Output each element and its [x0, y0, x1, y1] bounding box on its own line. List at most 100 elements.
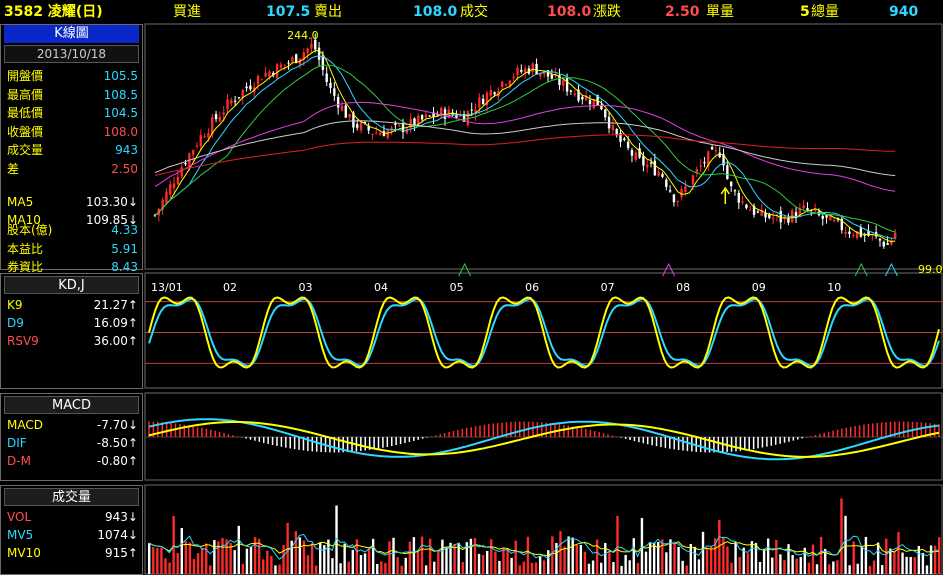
volume-bar: [196, 553, 200, 574]
volume-bar: [270, 555, 273, 574]
candle-body: [745, 204, 748, 209]
volume-bar: [783, 560, 786, 574]
volume-bar: [701, 531, 705, 574]
volume-bar: [404, 557, 407, 574]
candle-body: [668, 190, 672, 192]
volume-bar: [514, 540, 517, 574]
candle-body: [703, 162, 706, 164]
volume-bar: [693, 546, 697, 574]
volume-bar: [746, 553, 750, 574]
volume-bar: [771, 557, 774, 574]
volume-bar: [152, 547, 155, 574]
volume-bar: [799, 557, 802, 574]
candle-body: [344, 105, 347, 118]
volume-bar: [188, 542, 192, 574]
candle-body: [398, 124, 401, 126]
x-tick-label: 02: [223, 281, 237, 294]
candle-body: [375, 132, 378, 134]
volume-bar: [807, 562, 811, 574]
volume-bar: [709, 546, 713, 574]
candle-body: [424, 114, 428, 118]
candle-body: [741, 201, 744, 203]
volume-bar: [359, 555, 363, 574]
volume-bar: [705, 547, 709, 574]
volume-bar: [628, 560, 631, 574]
volume-bar: [522, 561, 526, 574]
volume-bar: [176, 553, 179, 574]
candle-body: [653, 160, 657, 176]
volume-bar: [677, 546, 680, 574]
volume-bar: [371, 538, 375, 574]
volume-bar: [872, 560, 876, 574]
candle-body: [714, 150, 718, 152]
candle-body: [428, 115, 431, 117]
x-tick-label: 08: [676, 281, 690, 294]
candle-body: [165, 191, 168, 204]
volume-bar: [579, 545, 583, 574]
candle-body: [237, 97, 241, 99]
plot-frame: [144, 23, 943, 270]
volume-bar: [661, 539, 664, 574]
candle-body: [676, 201, 679, 203]
volume-bar: [591, 560, 595, 574]
candle-body: [501, 81, 504, 87]
volume-bar: [893, 551, 896, 574]
candle-body: [493, 92, 496, 95]
volume-bar: [640, 518, 644, 574]
volume-bar: [392, 537, 395, 574]
candle-body: [184, 163, 187, 165]
candle-body: [844, 231, 847, 234]
volume-bar: [262, 559, 265, 574]
volume-bar: [828, 564, 831, 574]
volume-bar: [571, 537, 574, 574]
volume-bar: [437, 550, 440, 574]
volume-bar: [612, 562, 615, 574]
candle-body: [699, 165, 702, 167]
volume-bar: [168, 562, 171, 574]
volume-bar: [481, 555, 485, 574]
volume-bar: [253, 537, 257, 574]
candle-body: [386, 130, 389, 139]
candle-body: [729, 181, 733, 187]
candle-body: [550, 74, 554, 79]
volume-bar: [543, 560, 546, 574]
volume-bar: [221, 537, 224, 574]
volume-bar: [620, 565, 623, 574]
ma10-line: [154, 55, 896, 239]
candle-body: [336, 96, 340, 108]
volume-bar: [241, 563, 245, 574]
x-tick-label: 13/01: [151, 281, 183, 294]
candle-body: [321, 55, 325, 70]
volume-bar: [494, 551, 497, 574]
volume-bar: [644, 551, 648, 574]
candle-body: [512, 76, 515, 78]
candle-body: [294, 54, 298, 63]
volume-bar: [160, 547, 163, 574]
candle-body: [199, 135, 202, 147]
volume-bar: [909, 556, 912, 574]
volume-bar: [750, 541, 754, 574]
stock-chart[interactable]: 244.0 99.0 13/01 02 03 04 05 06 07 08 09 10: [0, 0, 943, 575]
candle-body: [649, 162, 653, 164]
x-tick-label: 03: [299, 281, 313, 294]
candle-body: [634, 152, 637, 160]
volume-bar: [880, 565, 884, 574]
volume-bar: [453, 544, 456, 574]
candle-body: [378, 133, 382, 136]
candle-body: [733, 190, 737, 192]
x-tick-label: 07: [601, 281, 615, 294]
volume-bar: [608, 551, 611, 574]
volume-bar: [685, 565, 688, 574]
volume-bar: [844, 515, 847, 574]
volume-bar: [832, 561, 835, 574]
volume-bar: [604, 542, 607, 574]
volume-bar: [274, 565, 277, 574]
candle-body: [695, 169, 699, 173]
candle-body: [684, 186, 687, 193]
volume-bar: [420, 536, 424, 574]
candle-body: [852, 235, 855, 237]
volume-bar: [925, 565, 929, 574]
volume-bar: [795, 558, 798, 574]
candle-body: [890, 239, 893, 245]
volume-bar: [473, 537, 477, 574]
